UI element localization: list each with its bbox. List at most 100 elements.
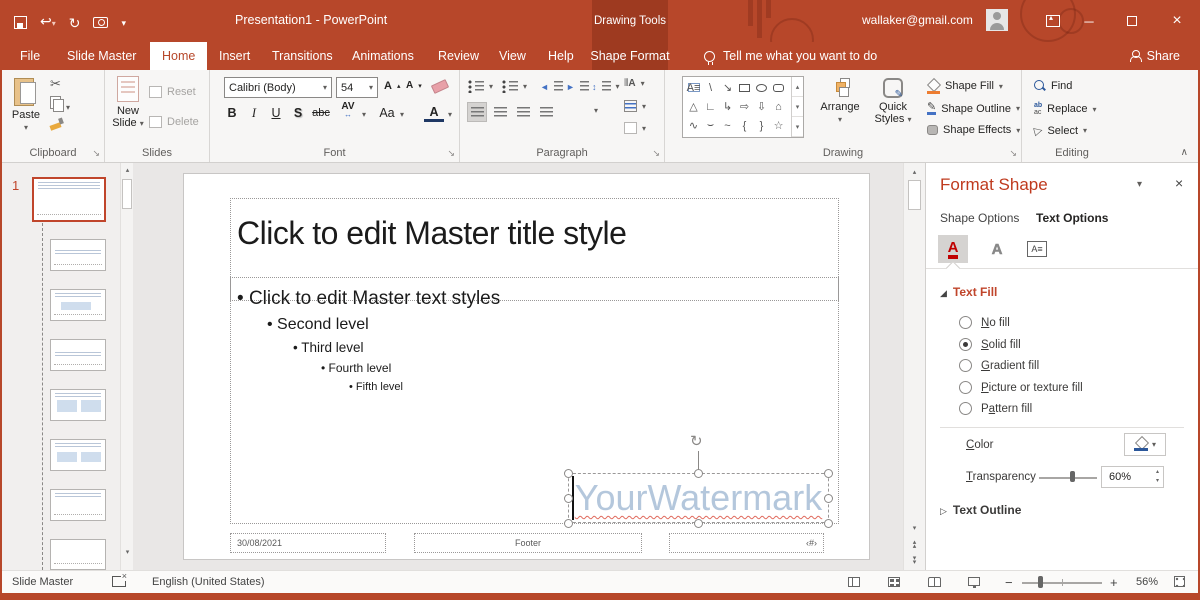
shape-arc[interactable]: ⌣ [702,116,719,135]
cut-button[interactable]: ✂ [50,76,61,92]
fill-option-no-fill[interactable]: No fill [959,316,1010,329]
format-painter-button[interactable] [50,118,63,133]
layout-thumbnail[interactable] [50,389,106,421]
select-button[interactable]: ▷Select▾ [1034,124,1087,137]
tab-file[interactable]: File [8,42,52,70]
align-left-button[interactable] [467,102,487,122]
tab-slide-master[interactable]: Slide Master [55,42,148,70]
customize-qat-button[interactable]: ▾ [121,14,126,32]
delete-button[interactable]: Delete [149,116,199,128]
italic-button[interactable]: I [244,103,264,123]
transparency-slider-handle[interactable] [1070,471,1075,482]
normal-view-button[interactable] [848,577,860,590]
copy-button[interactable]: ▾ [50,96,70,113]
close-button[interactable]: × [1160,0,1194,42]
font-name-combobox[interactable]: Calibri (Body)▾ [224,77,332,98]
shape-elbow-arrow[interactable]: ↳ [719,97,736,116]
paragraph-dialog-launcher[interactable]: ↘ [652,148,660,159]
maximize-button[interactable] [1115,0,1149,42]
resize-handle-n[interactable] [694,469,703,478]
watermark-text[interactable]: YourWatermark [569,474,828,522]
spinner-arrows[interactable]: ▴▾ [1156,468,1159,486]
tell-me-box[interactable]: Tell me what you want to do [692,42,889,70]
scrollbar-thumb[interactable] [122,179,132,209]
decrease-indent-button[interactable]: ◄ [540,80,563,93]
collapse-ribbon-button[interactable]: ∧ [1181,147,1188,158]
find-button[interactable]: Find [1034,80,1072,92]
layout-thumbnail[interactable] [50,489,106,521]
layout-thumbnail[interactable] [50,539,106,570]
slideshow-view-button[interactable] [968,577,980,589]
tab-insert[interactable]: Insert [207,42,262,70]
bullets-button[interactable]: ▾ [468,80,493,93]
font-color-button[interactable]: A [424,104,444,122]
text-outline-section-header[interactable]: ▷Text Outline [940,503,1021,517]
next-slide-button[interactable]: ▾▾ [908,554,921,567]
color-picker-button[interactable]: ▾ [1124,433,1166,456]
undo-button[interactable]: ↩▾ [40,12,56,33]
shapes-scroll-up[interactable]: ▴ [792,77,803,97]
shape-scribble[interactable]: ∿ [685,116,702,135]
redo-button[interactable]: ↻ [69,14,81,32]
paste-button[interactable]: Paste▾ [8,76,44,133]
scroll-up-button[interactable]: ▴ [908,165,921,178]
drawing-dialog-launcher[interactable]: ↘ [1009,148,1017,159]
shape-oval[interactable] [753,78,770,97]
font-size-combobox[interactable]: 54▾ [336,77,378,98]
reset-button[interactable]: Reset [149,86,196,98]
change-case-button[interactable]: Aa [376,103,398,123]
slide-sorter-view-button[interactable] [888,577,900,590]
layout-thumbnail[interactable] [50,239,106,271]
replace-button[interactable]: abacReplace▾ [1034,102,1097,116]
new-slide-button[interactable]: NewSlide ▾ [109,76,147,129]
tab-review[interactable]: Review [426,42,491,70]
reading-view-button[interactable] [928,577,941,590]
avatar[interactable] [986,9,1008,31]
canvas-scrollbar[interactable]: ▴ ▾ ▴▴ ▾▾ [903,163,925,570]
zoom-slider-handle[interactable] [1038,576,1043,588]
layout-thumbnail[interactable] [50,439,106,471]
resize-handle-e[interactable] [824,494,833,503]
align-text-button[interactable]: ▾ [624,100,646,112]
resize-handle-s[interactable] [694,519,703,528]
shape-fill-button[interactable]: Shape Fill▾ [927,80,1003,92]
text-fill-section-header[interactable]: ◢Text Fill [940,285,997,299]
previous-slide-button[interactable]: ▴▴ [908,538,921,551]
transparency-slider-track[interactable] [1039,477,1097,479]
increase-indent-button[interactable]: ► [566,80,589,93]
justify-button[interactable] [536,102,556,122]
transparency-spinner[interactable]: 60% ▴▾ [1101,466,1164,488]
shape-left-brace[interactable]: { [736,116,753,135]
start-slideshow-icon[interactable] [93,17,108,28]
pane-menu-dropdown[interactable]: ▾ [1137,179,1142,190]
scroll-down-button[interactable]: ▾ [908,521,921,534]
shape-line[interactable]: \ [702,78,719,97]
tab-view[interactable]: View [487,42,538,70]
shape-right-brace[interactable]: } [753,116,770,135]
fill-option-gradient-fill[interactable]: Gradient fill [959,359,1039,372]
slide-number-placeholder[interactable]: ‹#› [669,533,824,553]
bold-button[interactable]: B [222,103,242,123]
align-center-button[interactable] [490,102,510,122]
shape-outline-button[interactable]: ✎Shape Outline▾ [927,102,1020,115]
zoom-level[interactable]: 56% [1136,576,1158,588]
resize-handle-nw[interactable] [564,469,573,478]
zoom-out-button[interactable]: − [1005,575,1013,590]
resize-handle-ne[interactable] [824,469,833,478]
resize-handle-w[interactable] [564,494,573,503]
numbering-button[interactable]: ▾ [502,80,527,93]
text-effects-icon[interactable]: A [982,235,1012,263]
status-language[interactable]: English (United States) [152,576,265,588]
fill-option-solid-fill[interactable]: Solid fill [959,338,1021,351]
tab-help[interactable]: Help [536,42,586,70]
shape-star[interactable]: ☆ [770,116,787,135]
zoom-in-button[interactable]: + [1110,575,1118,590]
character-spacing-dropdown[interactable]: ▾ [362,110,366,119]
shape-right-arrow[interactable]: ⇨ [736,97,753,116]
clear-formatting-button[interactable] [432,82,448,94]
shape-triangle[interactable]: △ [685,97,702,116]
strikethrough-button[interactable]: abc [308,103,334,123]
align-right-button[interactable] [513,102,533,122]
fit-to-window-button[interactable] [1174,576,1185,590]
tab-text-options[interactable]: Text Options [1036,211,1108,225]
